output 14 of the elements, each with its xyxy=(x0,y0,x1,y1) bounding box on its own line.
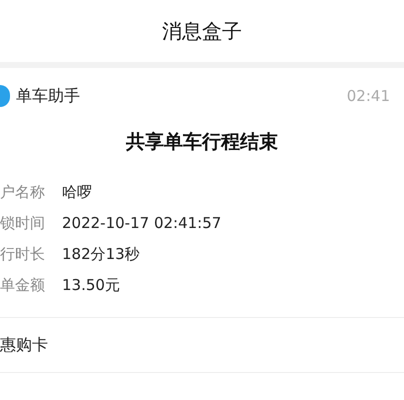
field-value: 2022-10-17 02:41:57 xyxy=(62,212,222,234)
avatar-icon xyxy=(0,85,10,107)
field-label: 户名称 xyxy=(0,182,46,203)
field-label: 单金额 xyxy=(0,274,46,296)
page-title: 消息盒子 xyxy=(162,18,242,45)
field-value: 182分13秒 xyxy=(62,244,140,265)
field-value: 哈啰 xyxy=(62,182,92,203)
message-title: 共享单车行程结束 xyxy=(125,130,279,155)
link-item[interactable]: 惠购卡 xyxy=(0,332,48,356)
message-time: 02:41 xyxy=(346,86,390,107)
field-label: 锁时间 xyxy=(0,212,46,234)
sender-name: 单车助手 xyxy=(16,85,80,107)
field-value: 13.50元 xyxy=(62,274,120,296)
field-label: 行时长 xyxy=(0,244,46,265)
